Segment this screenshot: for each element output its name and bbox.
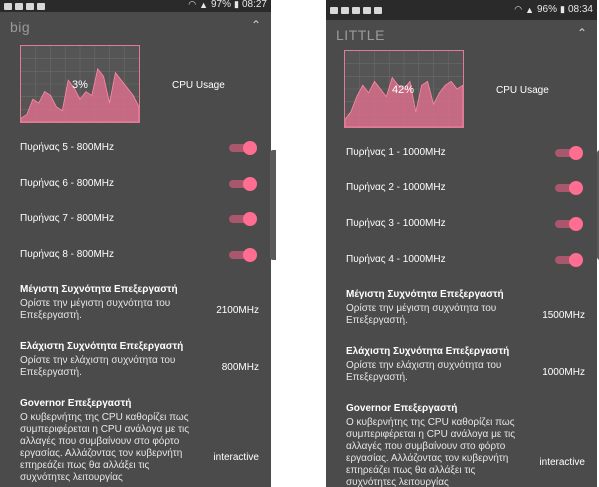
mail-icon [26,2,34,10]
core-toggle[interactable] [229,248,257,262]
core-label: Πυρήνας 7 - 800MHz [20,213,115,224]
mail-icon [363,6,371,14]
core-toggle[interactable] [229,212,257,226]
cpu-usage-percent: 42% [392,84,415,96]
setting-value: 800MHz [221,362,259,373]
setting-value: 2100MHz [216,305,259,316]
core-label: Πυρήνας 2 - 1000MHz [346,182,446,193]
setting-title: Governor Επεξεργαστή [20,398,132,409]
battery-percent: 96% [537,4,558,15]
battery-icon: ▮ [560,4,565,14]
setting-title: Ελάχιστη Συχνότητα Επεξεργαστή [346,346,510,357]
section-header[interactable]: big ⌃ [0,12,271,35]
max-frequency-setting[interactable]: Μέγιστη Συχνότητα Επεξεργαστή Ορίστε την… [326,289,597,335]
setting-description: Ορίστε την μέγιστη συχνότητα του Επεξεργ… [346,303,497,326]
core-row[interactable]: Πυρήνας 3 - 1000MHz [326,210,597,238]
bluetooth-icon [341,6,349,14]
governor-setting[interactable]: Governor Επεξεργαστή Ο κυβερνήτης της CP… [0,398,271,487]
core-label: Πυρήνας 1 - 1000MHz [346,147,446,158]
setting-title: Governor Επεξεργαστή [346,403,458,414]
setting-description: Ορίστε την ελάχιστη συχνότητα του Επεξερ… [20,355,176,378]
core-row[interactable]: Πυρήνας 8 - 800MHz [0,241,271,269]
chevron-up-icon[interactable]: ⌃ [251,18,261,32]
core-row[interactable]: Πυρήνας 4 - 1000MHz [326,246,597,274]
min-frequency-setting[interactable]: Ελάχιστη Συχνότητα Επεξεργαστή Ορίστε τη… [326,346,597,392]
key-icon [15,2,23,10]
setting-value: interactive [539,457,585,468]
chevron-up-icon[interactable]: ⌃ [577,26,587,40]
core-toggle[interactable] [555,217,583,231]
setting-value: 1500MHz [542,310,585,321]
gallery-icon [330,6,338,14]
core-label: Πυρήνας 8 - 800MHz [20,249,115,260]
right-screen: ◠ ▲ 96% ▮ 08:34 LITTLE ⌃ 42% CPU Usage Π… [326,0,597,487]
setting-description: Ο κυβερνήτης της CPU καθορίζει πως συμπε… [346,417,516,487]
core-label: Πυρήνας 5 - 800MHz [20,142,115,153]
core-label: Πυρήνας 4 - 1000MHz [346,254,446,265]
status-bar: ◠ ▲ 97% ▮ 08:27 [0,0,271,12]
setting-title: Ελάχιστη Συχνότητα Επεξεργαστή [20,341,184,352]
clock: 08:34 [567,4,593,15]
wifi-icon: ◠ [188,0,197,9]
battery-icon: ▮ [234,0,239,9]
section-title: LITTLE [336,27,385,43]
signal-icon: ▲ [525,4,534,15]
section-title: big [10,19,31,35]
governor-setting[interactable]: Governor Επεξεργαστή Ο κυβερνήτης της CP… [326,403,597,487]
setting-title: Μέγιστη Συχνότητα Επεξεργαστή [20,284,178,295]
setting-value: interactive [213,452,259,463]
core-toggle[interactable] [229,141,257,155]
core-toggle[interactable] [555,253,583,267]
battery-percent: 97% [211,0,232,10]
core-row[interactable]: Πυρήνας 1 - 1000MHz [326,139,597,167]
bag-icon [37,2,45,10]
left-screen: ◠ ▲ 97% ▮ 08:27 big ⌃ 3% CPU Usage Πυρήν… [0,0,271,487]
clock: 08:27 [241,0,267,10]
side-scroll-handle[interactable] [270,150,276,260]
signal-icon: ▲ [199,0,208,10]
key-icon [352,6,360,14]
max-frequency-setting[interactable]: Μέγιστη Συχνότητα Επεξεργαστή Ορίστε την… [0,284,271,330]
core-row[interactable]: Πυρήνας 6 - 800MHz [0,170,271,198]
cpu-usage-label: CPU Usage [172,80,225,91]
cpu-usage-label: CPU Usage [496,85,549,96]
core-row[interactable]: Πυρήνας 7 - 800MHz [0,205,271,233]
core-label: Πυρήνας 6 - 800MHz [20,178,115,189]
setting-description: Ο κυβερνήτης της CPU καθορίζει πως συμπε… [20,412,190,483]
status-bar: ◠ ▲ 96% ▮ 08:34 [326,0,597,20]
core-label: Πυρήνας 3 - 1000MHz [346,218,446,229]
setting-title: Μέγιστη Συχνότητα Επεξεργαστή [346,289,504,300]
core-toggle[interactable] [229,177,257,191]
setting-value: 1000MHz [542,367,585,378]
min-frequency-setting[interactable]: Ελάχιστη Συχνότητα Επεξεργαστή Ορίστε τη… [0,341,271,387]
cpu-usage-percent: 3% [72,79,88,91]
core-toggle[interactable] [555,146,583,160]
bag-icon [374,6,382,14]
section-header[interactable]: LITTLE ⌃ [326,20,597,43]
setting-description: Ορίστε την ελάχιστη συχνότητα του Επεξερ… [346,360,502,383]
core-row[interactable]: Πυρήνας 2 - 1000MHz [326,174,597,202]
gallery-icon [4,2,12,10]
core-toggle[interactable] [555,181,583,195]
setting-description: Ορίστε την μέγιστη συχνότητα του Επεξεργ… [20,298,171,321]
wifi-icon: ◠ [514,4,523,14]
core-row[interactable]: Πυρήνας 5 - 800MHz [0,134,271,162]
